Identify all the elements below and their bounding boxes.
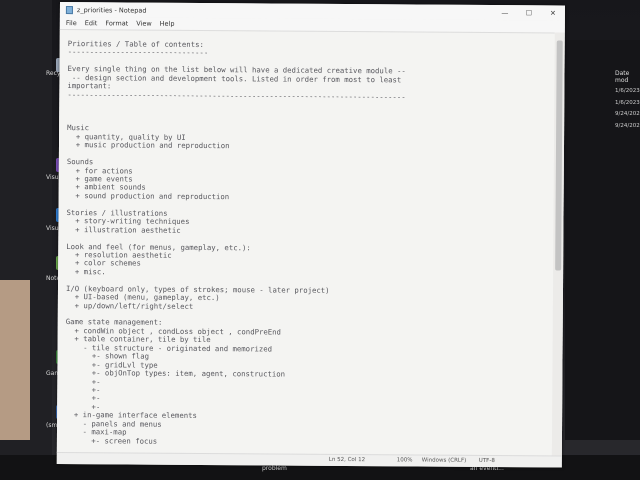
window-controls: — ☐ ✕ <box>493 9 565 18</box>
document-text: Priorities / Table of contents: ---------… <box>65 39 555 448</box>
window-title: z_priorities - Notepad <box>76 5 147 15</box>
date-modified-header[interactable]: Date mod <box>615 70 640 84</box>
file-date: 1/6/2023 <box>615 88 640 94</box>
maximize-button[interactable]: ☐ <box>517 9 541 17</box>
zoom-level: 100% <box>396 457 413 464</box>
line-ending: Windows (CRLF) <box>421 457 467 464</box>
text-editor[interactable]: Priorities / Table of contents: ---------… <box>56 28 555 456</box>
encoding: UTF-8 <box>478 457 495 465</box>
close-button[interactable]: ✕ <box>541 9 565 17</box>
wall-background <box>0 280 30 440</box>
menu-edit[interactable]: Edit <box>85 19 98 27</box>
cursor-position: Ln 52, Col 12 <box>328 456 366 464</box>
file-date: 1/6/2023 <box>615 100 640 106</box>
menu-format[interactable]: Format <box>105 19 128 27</box>
minimize-button[interactable]: — <box>493 9 517 17</box>
desktop-icon-label: Recy <box>46 70 61 77</box>
menu-help[interactable]: Help <box>160 20 175 28</box>
notepad-icon <box>65 5 73 14</box>
menu-file[interactable]: File <box>66 19 77 27</box>
menu-view[interactable]: View <box>136 20 151 28</box>
file-explorer-window: Date mod 1/6/2023 1/6/2023 9/24/202 9/24… <box>565 40 640 440</box>
file-date: 9/24/202 <box>615 111 640 117</box>
notepad-window: z_priorities - Notepad — ☐ ✕ File Edit F… <box>56 2 565 468</box>
taskbar-label[interactable]: problem <box>262 465 287 472</box>
file-date: 9/24/202 <box>615 123 640 129</box>
scrollbar-thumb[interactable] <box>555 40 563 271</box>
